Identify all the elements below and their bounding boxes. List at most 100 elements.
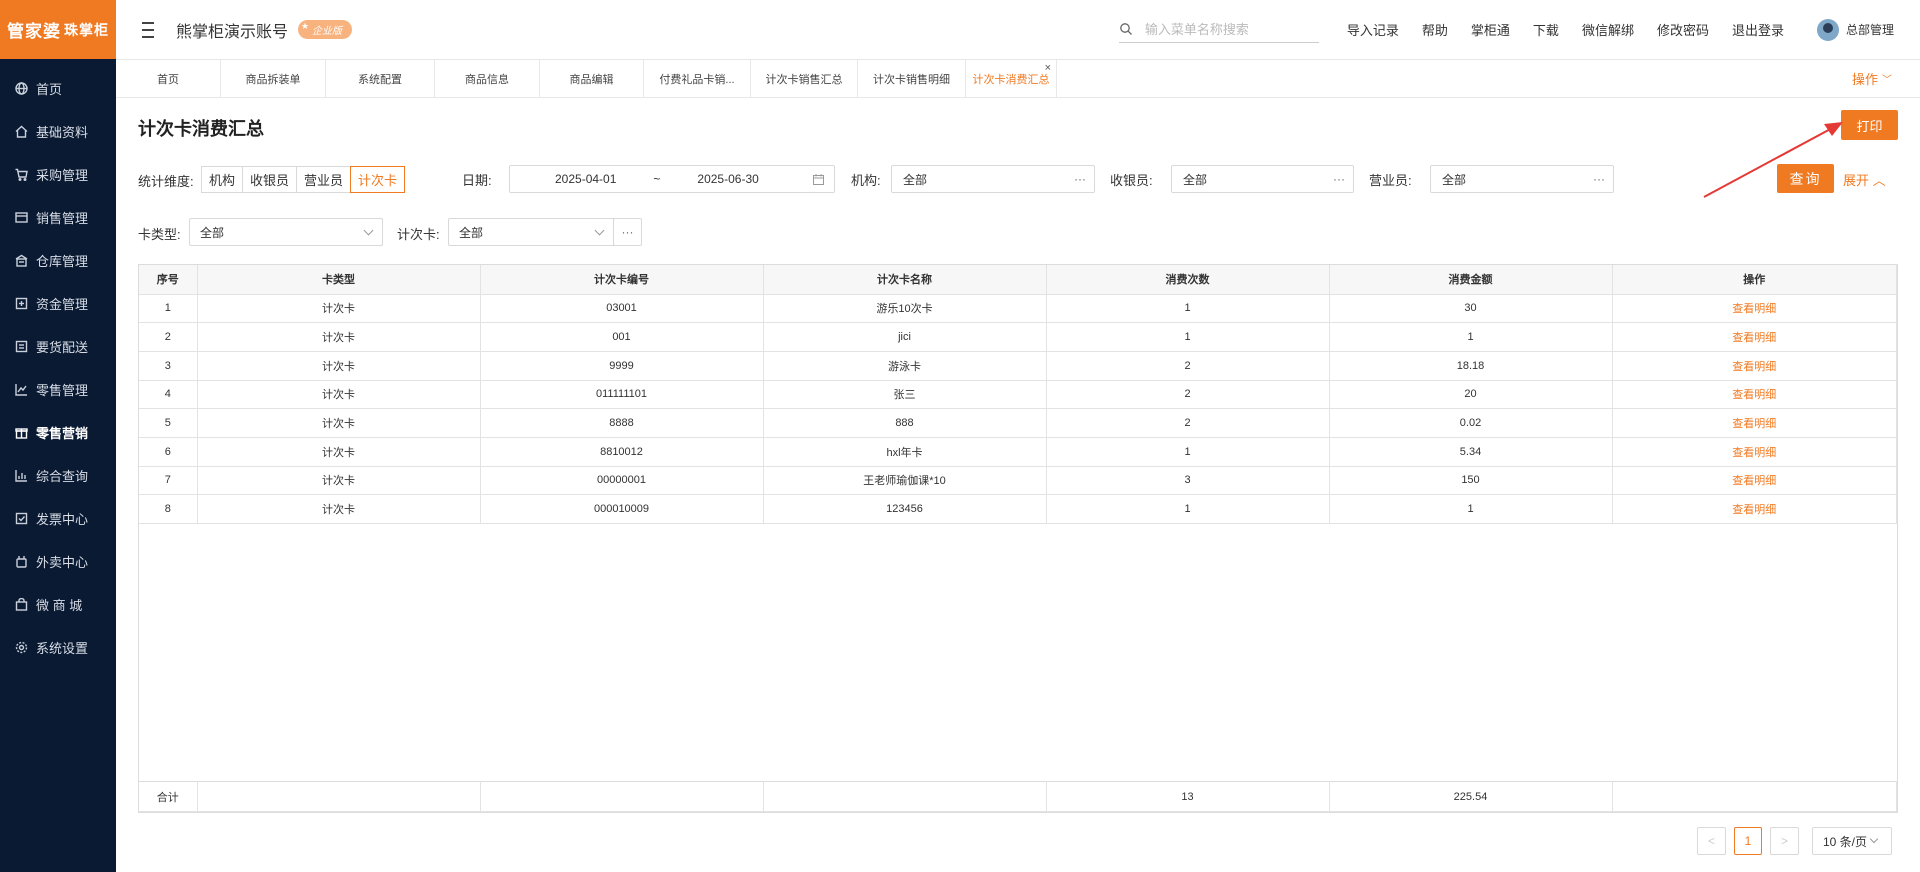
query-button[interactable]: 查询 — [1777, 164, 1834, 193]
expand-label: 展开 — [1843, 173, 1870, 188]
tab-operate-menu[interactable]: 操作 ﹀ — [1852, 60, 1892, 97]
sidebar-item-12[interactable]: 外卖中心 — [0, 540, 116, 583]
dimension-label: 统计维度: — [138, 174, 194, 189]
close-icon[interactable]: × — [1045, 62, 1051, 74]
org-select[interactable]: 全部 ··· — [891, 165, 1095, 193]
total-cell — [1612, 781, 1897, 812]
total-row: 合计 13 225.54 — [139, 781, 1897, 812]
dimension-option-3[interactable]: 营业员 — [296, 166, 352, 193]
page-size-value: 10 条/页 — [1823, 834, 1868, 849]
sidebar-item-4[interactable]: 销售管理 — [0, 196, 116, 239]
header-link-6[interactable]: 修改密码 — [1657, 20, 1709, 39]
dimension-option-4[interactable]: 计次卡 — [350, 166, 406, 193]
edition-badge: 企业版 — [298, 20, 353, 39]
card-type-select[interactable]: 全部 — [189, 218, 383, 246]
card-more-button[interactable]: ··· — [613, 218, 642, 246]
avatar — [1816, 18, 1839, 41]
cashier-select[interactable]: 全部 ··· — [1171, 165, 1354, 193]
sidebar-item-11[interactable]: 发票中心 — [0, 497, 116, 540]
tab-2[interactable]: 商品拆装单 — [221, 60, 326, 97]
header-link-5[interactable]: 微信解绑 — [1582, 20, 1634, 39]
sidebar-item-2[interactable]: 基础资料 — [0, 110, 116, 153]
dimension-option-1[interactable]: 机构 — [201, 166, 244, 193]
tab-1[interactable]: 首页 — [116, 60, 221, 97]
view-detail-link[interactable]: 查看明细 — [1612, 408, 1897, 438]
card-value: 全部 — [459, 225, 484, 240]
tab-label: 计次卡销售汇总 — [765, 73, 843, 86]
total-cell: 13 — [1046, 781, 1330, 812]
view-detail-link[interactable]: 查看明细 — [1612, 494, 1897, 524]
sidebar-item-6[interactable]: 资金管理 — [0, 282, 116, 325]
warehouse-icon — [14, 254, 28, 268]
table-cell: 20 — [1329, 380, 1613, 410]
view-detail-link[interactable]: 查看明细 — [1612, 466, 1897, 496]
sidebar-item-label: 基础资料 — [36, 125, 89, 140]
menu-toggle-icon[interactable] — [138, 21, 158, 38]
page-size-select[interactable]: 10 条/页 — [1812, 827, 1892, 855]
tab-6[interactable]: 付费礼品卡销... — [644, 60, 751, 97]
table-cell: 2 — [139, 322, 198, 352]
view-detail-link[interactable]: 查看明细 — [1612, 322, 1897, 352]
header-link-2[interactable]: 帮助 — [1422, 20, 1448, 39]
more-icon: ··· — [621, 225, 634, 239]
sidebar-item-label: 要货配送 — [36, 340, 89, 355]
tab-9[interactable]: 计次卡消费汇总 × — [966, 60, 1057, 97]
tab-5[interactable]: 商品编辑 — [540, 60, 644, 97]
expand-toggle[interactable]: 展开 ︿ — [1843, 170, 1886, 189]
dimension-option-2[interactable]: 收银员 — [242, 166, 298, 193]
view-detail-link[interactable]: 查看明细 — [1612, 380, 1897, 410]
shop-icon — [14, 598, 28, 612]
tab-8[interactable]: 计次卡销售明细 — [858, 60, 966, 97]
view-detail-link[interactable]: 查看明细 — [1612, 437, 1897, 467]
org-label: 机构: — [851, 173, 881, 188]
table-cell: jici — [763, 322, 1047, 352]
table-row: 4 计次卡 011111101 张三 2 20 查看明细 — [139, 380, 1897, 410]
table-cell: 计次卡 — [197, 380, 481, 410]
gear-icon — [14, 641, 28, 655]
sales-select[interactable]: 全部 ··· — [1430, 165, 1614, 193]
user-menu[interactable]: 总部管理 — [1816, 18, 1894, 41]
prev-page-button[interactable]: < — [1697, 827, 1726, 855]
next-page-button[interactable]: > — [1770, 827, 1799, 855]
sidebar-item-7[interactable]: 要货配送 — [0, 325, 116, 368]
table-cell: 9999 — [480, 351, 764, 381]
table-cell: 张三 — [763, 380, 1047, 410]
card-select[interactable]: 全部 — [448, 218, 614, 246]
view-detail-link[interactable]: 查看明细 — [1612, 294, 1897, 324]
table-cell: 3 — [139, 351, 198, 381]
tab-4[interactable]: 商品信息 — [435, 60, 540, 97]
table-cell: 18.18 — [1329, 351, 1613, 381]
tab-7[interactable]: 计次卡销售汇总 — [751, 60, 858, 97]
table-cell: 游乐10次卡 — [763, 294, 1047, 324]
table-cell: 30 — [1329, 294, 1613, 324]
column-header: 消费次数 — [1046, 265, 1330, 295]
tab-3[interactable]: 系统配置 — [326, 60, 435, 97]
table-cell: 1 — [1329, 494, 1613, 524]
column-header: 计次卡名称 — [763, 265, 1047, 295]
sidebar-item-10[interactable]: 综合查询 — [0, 454, 116, 497]
sidebar-item-13[interactable]: 微 商 城 — [0, 583, 116, 626]
sidebar-item-5[interactable]: 仓库管理 — [0, 239, 116, 282]
sidebar-item-14[interactable]: 系统设置 — [0, 626, 116, 669]
globe-icon — [14, 82, 28, 96]
header-link-3[interactable]: 掌柜通 — [1471, 20, 1510, 39]
account-name: 熊掌柜演示账号 — [176, 23, 289, 41]
search-input[interactable] — [1144, 21, 1315, 37]
sidebar-item-3[interactable]: 采购管理 — [0, 153, 116, 196]
sidebar-item-label: 零售营销 — [36, 426, 89, 441]
date-range-picker[interactable]: 2025-04-01 ~ 2025-06-30 — [509, 165, 835, 193]
table-cell: 000010009 — [480, 494, 764, 524]
table-cell: 5.34 — [1329, 437, 1613, 467]
sidebar-item-9[interactable]: 零售营销 — [0, 411, 116, 454]
table-cell: 8888 — [480, 408, 764, 438]
header-link-7[interactable]: 退出登录 — [1732, 20, 1784, 39]
table-row: 1 计次卡 03001 游乐10次卡 1 30 查看明细 — [139, 294, 1897, 324]
view-detail-link[interactable]: 查看明细 — [1612, 351, 1897, 381]
date-to: 2025-06-30 — [697, 172, 759, 186]
header-link-1[interactable]: 导入记录 — [1347, 20, 1399, 39]
table-cell: 123456 — [763, 494, 1047, 524]
header-link-4[interactable]: 下载 — [1533, 20, 1559, 39]
sidebar-item-1[interactable]: 首页 — [0, 67, 116, 110]
page-number[interactable]: 1 — [1734, 827, 1762, 855]
sidebar-item-8[interactable]: 零售管理 — [0, 368, 116, 411]
